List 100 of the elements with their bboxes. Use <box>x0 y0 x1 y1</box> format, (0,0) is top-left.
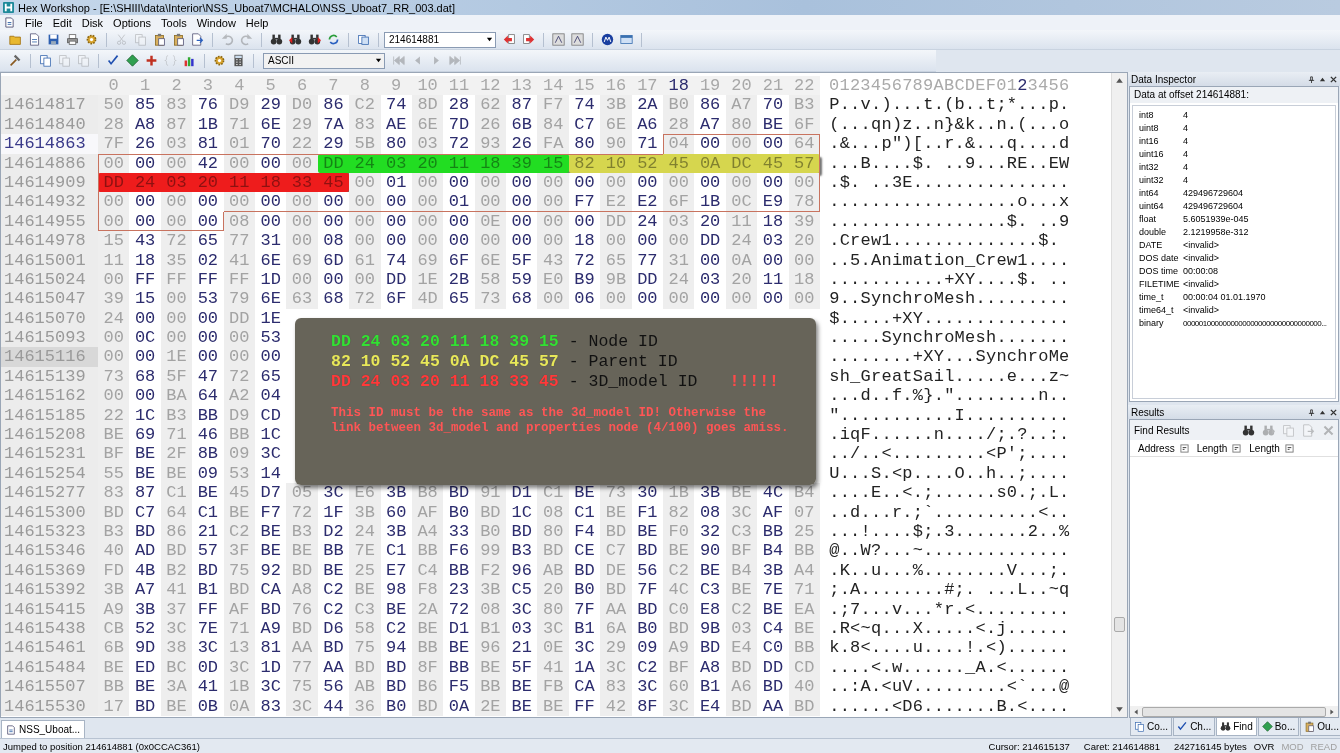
hex-byte: 00 <box>411 231 444 251</box>
undo-icon <box>221 33 234 46</box>
sort-icon[interactable] <box>1284 443 1294 453</box>
column-header: 14 <box>537 76 569 96</box>
collapse-icon[interactable] <box>1319 75 1326 83</box>
scroll-up-icon[interactable] <box>1114 75 1125 86</box>
hex-byte: BD <box>160 541 193 561</box>
ascii-text: .iqF......n..../;.?..:. <box>829 425 1070 445</box>
collapse-icon[interactable] <box>1319 408 1326 416</box>
pin-icon[interactable] <box>1308 75 1315 83</box>
id-bytes: DD 24 03 20 11 18 39 15 <box>331 332 559 352</box>
column-header: 9 <box>380 76 412 96</box>
ascii-text: ..5.Animation_Crew1.... <box>829 250 1070 270</box>
hex-byte: BB <box>411 541 444 561</box>
goto-offset-field[interactable]: 214614881 <box>384 31 496 48</box>
scrollbar-thumb[interactable] <box>1114 617 1125 632</box>
column-header[interactable]: Length <box>1196 442 1242 454</box>
braces-icon <box>164 54 177 67</box>
panel-tab[interactable]: Co... <box>1130 718 1173 736</box>
gear-icon <box>213 54 226 67</box>
menu-item[interactable]: Window <box>192 16 240 29</box>
caret-down-icon[interactable] <box>375 57 382 64</box>
hex-byte: BD <box>600 580 632 600</box>
row-offset: 14614955 <box>1 211 98 232</box>
ascii-text: k.8<....u....!.<)...... <box>829 638 1070 658</box>
hex-byte: 45 <box>322 172 345 193</box>
field-name: binary <box>1139 317 1165 330</box>
bookmark-button[interactable] <box>550 31 567 48</box>
ascii-text: .....SynchroMesh....... <box>829 328 1070 348</box>
menu-item[interactable]: File <box>21 16 47 29</box>
bookmarks-button[interactable] <box>124 52 141 69</box>
field-name: DOS time <box>1139 265 1179 278</box>
scroll-right-icon[interactable] <box>1328 707 1336 716</box>
hex-byte: 6B <box>98 638 130 658</box>
row-offset: 14615346 <box>1 541 98 561</box>
hex-byte: 33 <box>290 172 314 193</box>
panel-tab[interactable]: Ou... <box>1300 718 1340 736</box>
menu-item[interactable]: Help <box>241 16 273 29</box>
hex-byte: 09 <box>223 444 255 464</box>
menu-item[interactable]: Edit <box>48 16 76 29</box>
app-logo-button[interactable] <box>599 31 616 48</box>
calculator-icon <box>232 54 245 67</box>
hex-byte: E9 <box>757 192 789 212</box>
checkmark-icon <box>1177 721 1189 732</box>
bookmark-button[interactable] <box>569 31 586 48</box>
row-offset: 14614932 <box>1 192 98 212</box>
caret-down-icon[interactable] <box>486 36 493 43</box>
document-icon[interactable] <box>4 17 15 28</box>
sort-icon[interactable] <box>1179 443 1189 453</box>
panel-tab[interactable]: Find <box>1216 718 1257 736</box>
encoding-select[interactable]: ASCII <box>263 52 385 69</box>
field-name: FILETIME <box>1139 278 1181 291</box>
close-icon[interactable] <box>1330 75 1337 83</box>
document-tab[interactable]: NSS_Uboat... <box>1 720 86 738</box>
hex-byte: 72 <box>160 231 193 251</box>
menu-item[interactable]: Options <box>109 16 155 29</box>
column-header[interactable]: Length <box>1249 442 1294 454</box>
hex-byte: 00 <box>160 328 193 348</box>
column-header[interactable]: Address <box>1138 442 1189 454</box>
field-value: 4 <box>1183 135 1189 148</box>
menu-item[interactable]: Tools <box>157 16 191 29</box>
field-value: <invalid> <box>1183 252 1221 265</box>
hex-byte: 45 <box>761 153 785 173</box>
close-icon[interactable] <box>1330 408 1337 416</box>
panel-tab[interactable]: Bo... <box>1257 718 1300 736</box>
id-bytes: 82 10 52 45 0A DC 45 57 <box>331 352 559 372</box>
pin-icon[interactable] <box>1308 408 1315 416</box>
hex-byte: 00 <box>474 192 507 212</box>
hex-byte: 1B <box>694 192 726 212</box>
hex-byte: 00 <box>537 289 569 309</box>
hex-byte: A2 <box>223 386 255 406</box>
hex-byte: 11 <box>228 172 251 193</box>
row-offset: 14615461 <box>1 638 98 658</box>
hex-byte: DD <box>98 172 130 193</box>
hex-byte: 03 <box>411 134 444 154</box>
copy-button[interactable] <box>37 52 54 69</box>
hex-byte: 93 <box>474 134 507 154</box>
scroll-down-icon[interactable] <box>1114 704 1125 715</box>
hex-byte: 00 <box>788 289 820 309</box>
export-button[interactable] <box>189 31 206 48</box>
print-button[interactable] <box>64 31 81 48</box>
row-offset: 14615116 <box>1 347 98 367</box>
scroll-left-icon[interactable] <box>1132 707 1140 716</box>
hex-byte: 1E <box>160 347 193 367</box>
ascii-text: ..d...r.;`..........<.. <box>829 502 1070 522</box>
sort-icon[interactable] <box>1232 443 1242 453</box>
row-offset: 14615484 <box>1 657 98 678</box>
hex-byte: 20 <box>788 231 820 251</box>
hex-byte: 29 <box>600 638 632 658</box>
vertical-scrollbar[interactable] <box>1111 73 1127 717</box>
ascii-column-header: 3456 <box>1027 76 1070 96</box>
hex-byte: 00 <box>663 289 695 309</box>
ascii-text: .&...p")[..r.&...q....d <box>829 134 1070 154</box>
panel-tab[interactable]: Ch... <box>1173 718 1216 736</box>
ascii-text: ....E..<.;......s0.;.L. <box>829 483 1070 503</box>
row-offset: 14615369 <box>1 560 98 581</box>
hex-byte: 00 <box>537 192 569 212</box>
binoculars-icon <box>1242 423 1255 437</box>
gear-icon <box>85 33 98 46</box>
menu-item[interactable]: Disk <box>77 16 108 29</box>
